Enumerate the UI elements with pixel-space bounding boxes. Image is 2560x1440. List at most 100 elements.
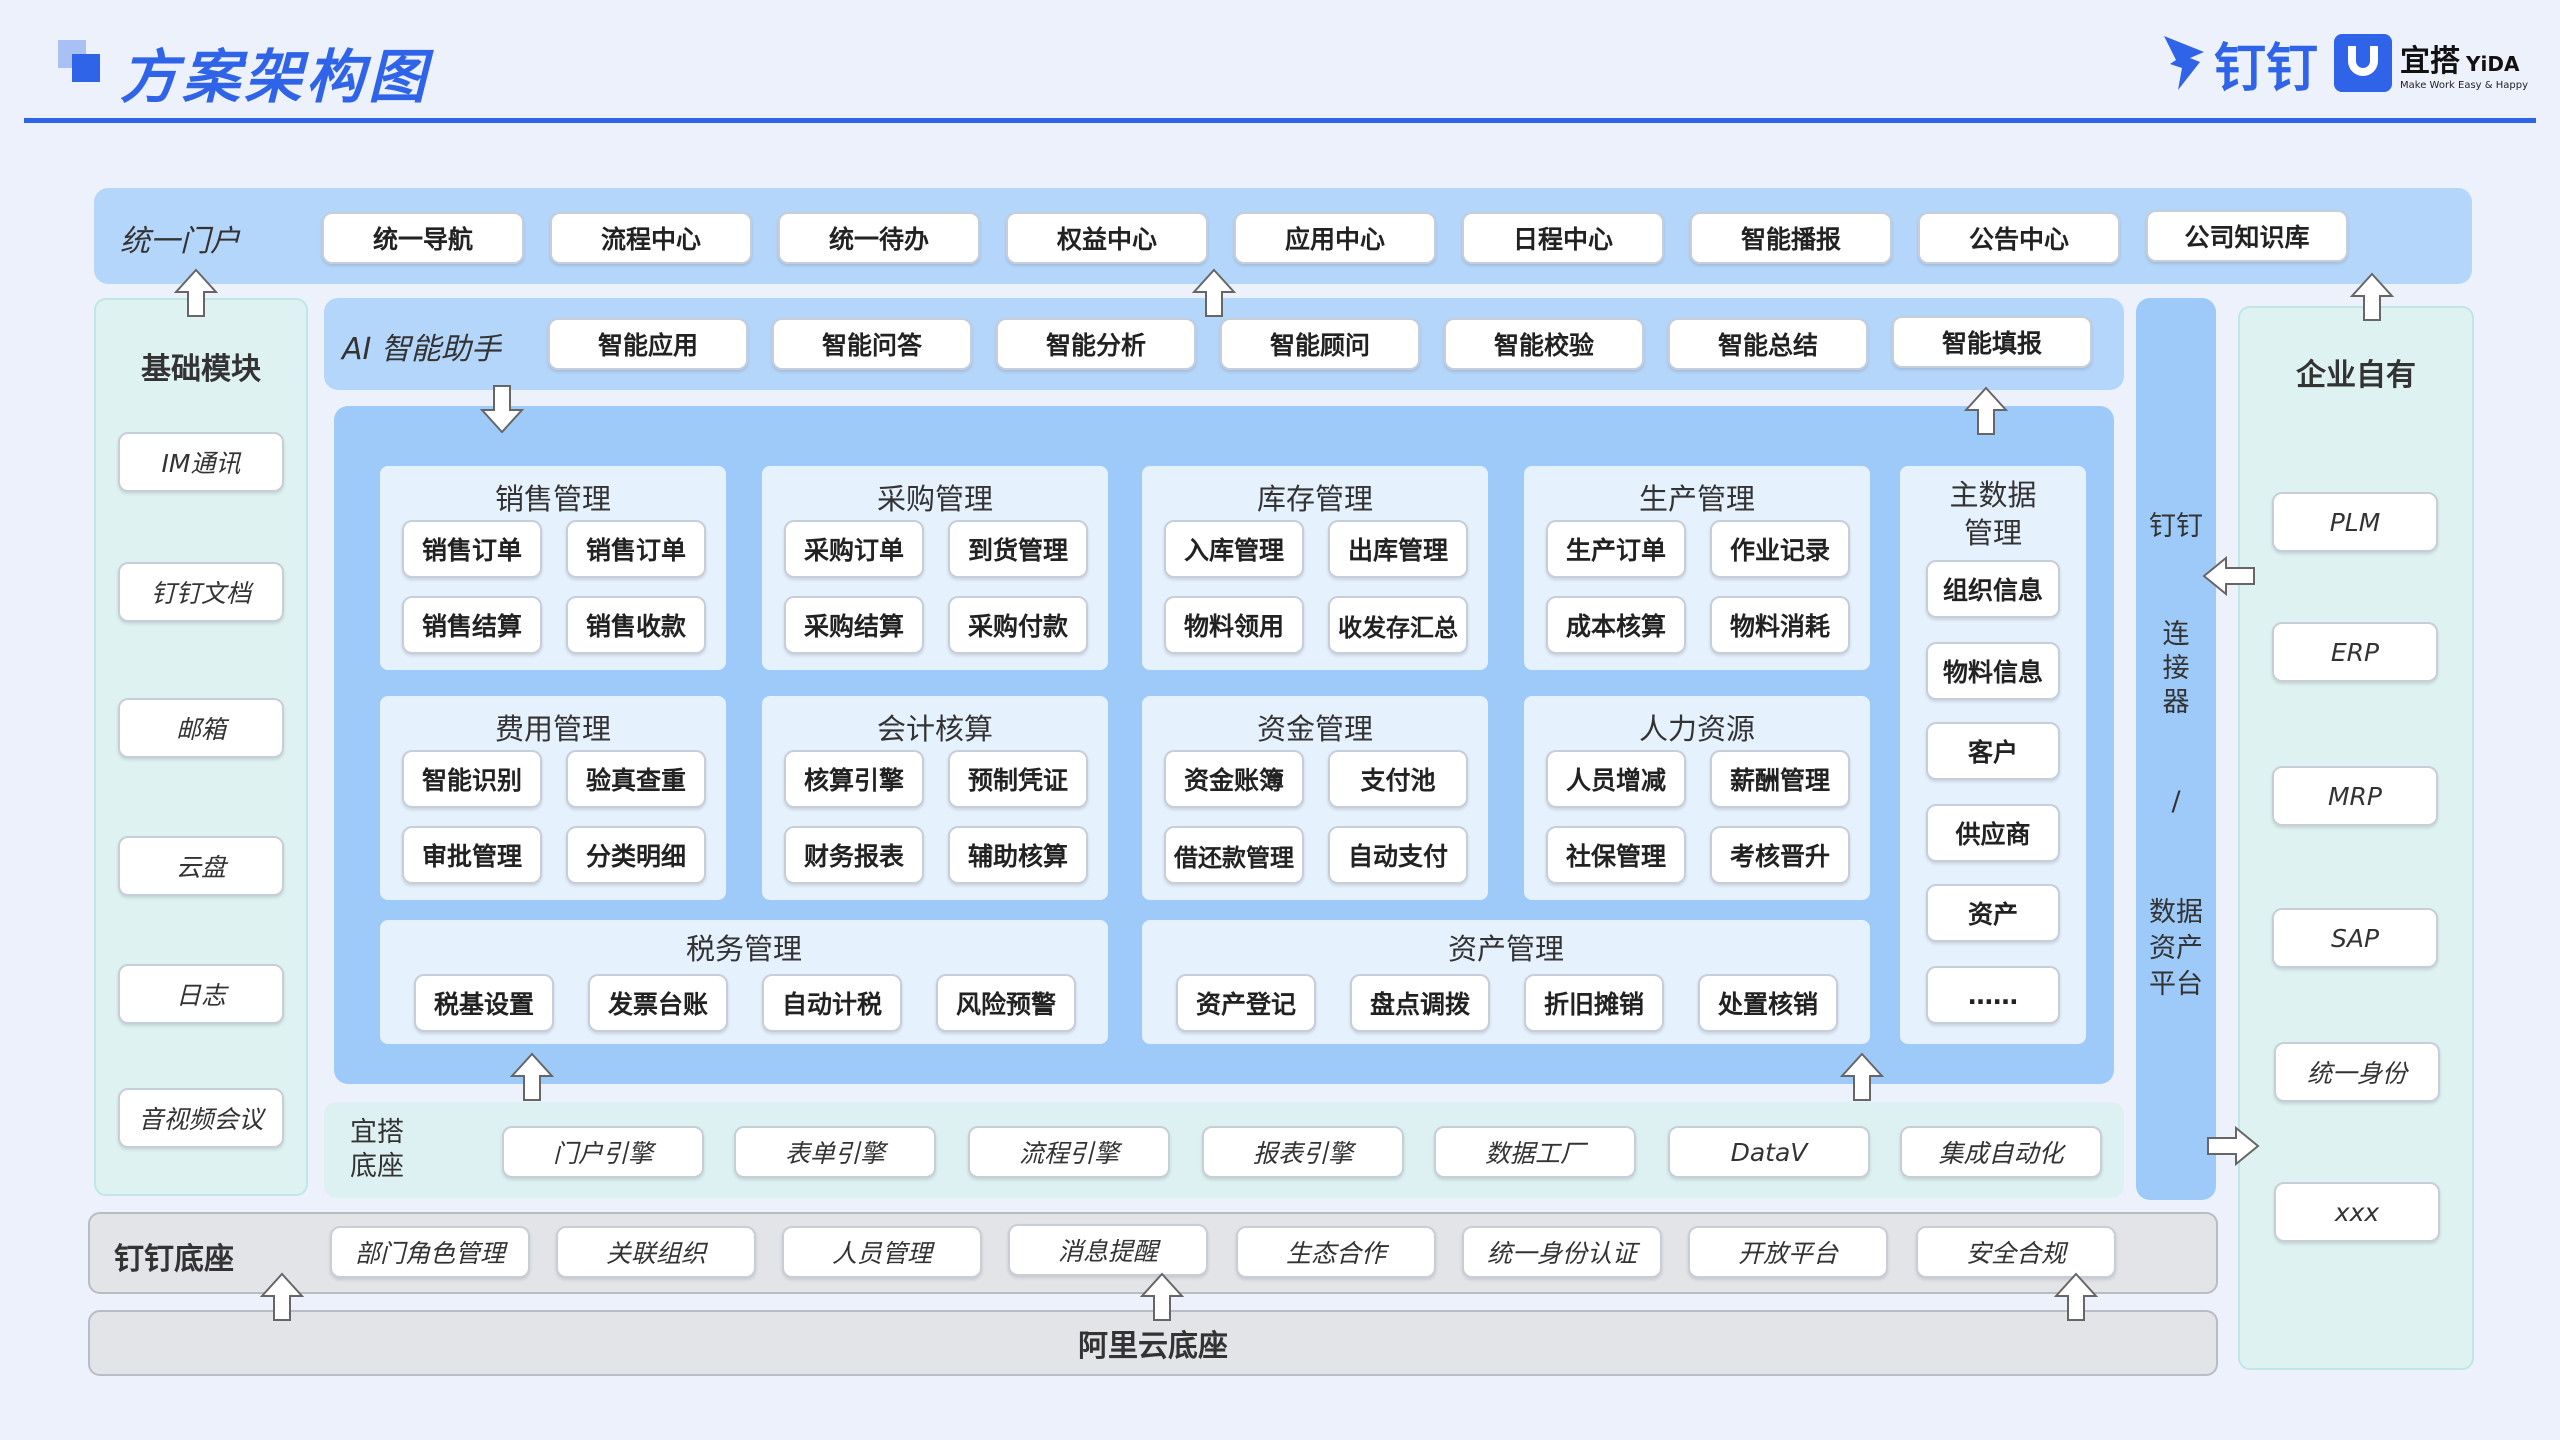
- dingtalk-base-item[interactable]: 人员管理: [782, 1226, 982, 1278]
- module-item[interactable]: 供应商: [1926, 804, 2060, 862]
- dingtalk-base-item[interactable]: 生态合作: [1236, 1226, 1436, 1278]
- yida-engine-item[interactable]: 数据工厂: [1434, 1126, 1636, 1178]
- module-item[interactable]: 辅助核算: [948, 826, 1088, 884]
- module-item[interactable]: 盘点调拨: [1350, 974, 1490, 1032]
- portal-item[interactable]: 日程中心: [1462, 212, 1664, 264]
- module-item[interactable]: 物料领用: [1164, 596, 1304, 654]
- unified-portal-panel: 统一门户 统一导航 流程中心 统一待办 权益中心 应用中心 日程中心 智能播报 …: [94, 188, 2472, 284]
- module-item[interactable]: 核算引擎: [784, 750, 924, 808]
- portal-item[interactable]: 公司知识库: [2146, 210, 2348, 262]
- module-item[interactable]: 销售订单: [402, 520, 542, 578]
- module-item[interactable]: 折旧摊销: [1524, 974, 1664, 1032]
- ai-item[interactable]: 智能顾问: [1220, 318, 1420, 370]
- module-item[interactable]: 智能识别: [402, 750, 542, 808]
- module-item[interactable]: 销售收款: [566, 596, 706, 654]
- module-item[interactable]: 预制凭证: [948, 750, 1088, 808]
- ai-item[interactable]: 智能问答: [772, 318, 972, 370]
- module-item[interactable]: 资金账簿: [1164, 750, 1304, 808]
- module-item[interactable]: 风险预警: [936, 974, 1076, 1032]
- portal-item[interactable]: 智能播报: [1690, 212, 1892, 264]
- base-module-item[interactable]: 云盘: [118, 836, 284, 896]
- module-item[interactable]: 人员增减: [1546, 750, 1686, 808]
- dingtalk-base-item[interactable]: 安全合规: [1916, 1226, 2116, 1278]
- module-item[interactable]: 资产: [1926, 884, 2060, 942]
- yida-engine-item[interactable]: 集成自动化: [1900, 1126, 2102, 1178]
- base-module-item[interactable]: IM通讯: [118, 432, 284, 492]
- module-item[interactable]: 客户: [1926, 722, 2060, 780]
- ai-item[interactable]: 智能校验: [1444, 318, 1644, 370]
- enterprise-system-item[interactable]: SAP: [2272, 908, 2438, 968]
- dingtalk-base-item[interactable]: 统一身份认证: [1462, 1226, 1662, 1278]
- dingtalk-base-item[interactable]: 关联组织: [556, 1226, 756, 1278]
- dingtalk-base-item[interactable]: 开放平台: [1688, 1226, 1888, 1278]
- module-title: 费用管理: [494, 712, 611, 746]
- yida-engine-item[interactable]: 表单引擎: [734, 1126, 936, 1178]
- ai-item[interactable]: 智能填报: [1892, 316, 2092, 368]
- base-module-item[interactable]: 日志: [118, 964, 284, 1024]
- yida-engine-item[interactable]: 报表引擎: [1202, 1126, 1404, 1178]
- portal-item[interactable]: 统一导航: [322, 212, 524, 264]
- module-item[interactable]: 物料信息: [1926, 642, 2060, 700]
- module-item[interactable]: 借还款管理: [1164, 826, 1304, 884]
- enterprise-system-item[interactable]: ERP: [2272, 622, 2438, 682]
- module-item[interactable]: 处置核销: [1698, 974, 1838, 1032]
- module-item[interactable]: 到货管理: [948, 520, 1088, 578]
- module-item[interactable]: 物料消耗: [1710, 596, 1850, 654]
- module-item[interactable]: 税基设置: [414, 974, 554, 1032]
- ai-item[interactable]: 智能分析: [996, 318, 1196, 370]
- module-item[interactable]: 分类明细: [566, 826, 706, 884]
- yida-engine-item[interactable]: 门户引擎: [502, 1126, 704, 1178]
- module-item[interactable]: 组织信息: [1926, 560, 2060, 618]
- module-item[interactable]: 入库管理: [1164, 520, 1304, 578]
- portal-item[interactable]: 应用中心: [1234, 212, 1436, 264]
- dingtalk-brand-text: 钉钉: [2214, 38, 2319, 99]
- yida-engine-item[interactable]: DataV: [1668, 1126, 1870, 1178]
- module-item[interactable]: 考核晋升: [1710, 826, 1850, 884]
- base-module-item[interactable]: 音视频会议: [118, 1088, 284, 1148]
- connector-separator: /: [2171, 786, 2181, 817]
- ai-item[interactable]: 智能应用: [548, 318, 748, 370]
- module-item[interactable]: 薪酬管理: [1710, 750, 1850, 808]
- enterprise-system-item[interactable]: MRP: [2272, 766, 2438, 826]
- portal-item[interactable]: 权益中心: [1006, 212, 1208, 264]
- module-item[interactable]: 出库管理: [1328, 520, 1468, 578]
- base-module-item[interactable]: 邮箱: [118, 698, 284, 758]
- module-item[interactable]: 财务报表: [784, 826, 924, 884]
- enterprise-system-item[interactable]: xxx: [2274, 1182, 2440, 1242]
- header-divider: [24, 118, 2536, 123]
- module-item[interactable]: 自动计税: [762, 974, 902, 1032]
- module-item[interactable]: 验真查重: [566, 750, 706, 808]
- enterprise-panel: 企业自有 PLM ERP MRP SAP 统一身份 xxx: [2238, 306, 2474, 1370]
- module-item[interactable]: 成本核算: [1546, 596, 1686, 654]
- module-item[interactable]: ……: [1926, 966, 2060, 1024]
- module-purchase: 采购管理 采购订单 到货管理 采购结算 采购付款: [762, 466, 1108, 670]
- yida-engine-item[interactable]: 流程引擎: [968, 1126, 1170, 1178]
- module-item[interactable]: 采购订单: [784, 520, 924, 578]
- module-item[interactable]: 销售结算: [402, 596, 542, 654]
- enterprise-label: 企业自有: [2296, 358, 2416, 393]
- enterprise-system-item[interactable]: 统一身份: [2274, 1042, 2440, 1102]
- base-module-item[interactable]: 钉钉文档: [118, 562, 284, 622]
- enterprise-system-item[interactable]: PLM: [2272, 492, 2438, 552]
- module-item[interactable]: 社保管理: [1546, 826, 1686, 884]
- module-item[interactable]: 作业记录: [1710, 520, 1850, 578]
- module-item[interactable]: 生产订单: [1546, 520, 1686, 578]
- module-item[interactable]: 支付池: [1328, 750, 1468, 808]
- module-item[interactable]: 采购付款: [948, 596, 1088, 654]
- module-item[interactable]: 销售订单: [566, 520, 706, 578]
- module-item[interactable]: 发票台账: [588, 974, 728, 1032]
- portal-item[interactable]: 流程中心: [550, 212, 752, 264]
- module-item[interactable]: 采购结算: [784, 596, 924, 654]
- portal-item[interactable]: 公告中心: [1918, 212, 2120, 264]
- ai-assistant-label: AI 智能助手: [342, 332, 501, 367]
- dingtalk-base-item[interactable]: 部门角色管理: [330, 1226, 530, 1278]
- module-item[interactable]: 收发存汇总: [1328, 596, 1468, 654]
- ai-item[interactable]: 智能总结: [1668, 318, 1868, 370]
- module-item[interactable]: 资产登记: [1176, 974, 1316, 1032]
- module-item[interactable]: 审批管理: [402, 826, 542, 884]
- module-item[interactable]: 自动支付: [1328, 826, 1468, 884]
- dingtalk-base-item[interactable]: 消息提醒: [1008, 1224, 1208, 1276]
- arrow-up-icon: [174, 268, 218, 317]
- arrow-up-icon: [1840, 1052, 1884, 1101]
- portal-item[interactable]: 统一待办: [778, 212, 980, 264]
